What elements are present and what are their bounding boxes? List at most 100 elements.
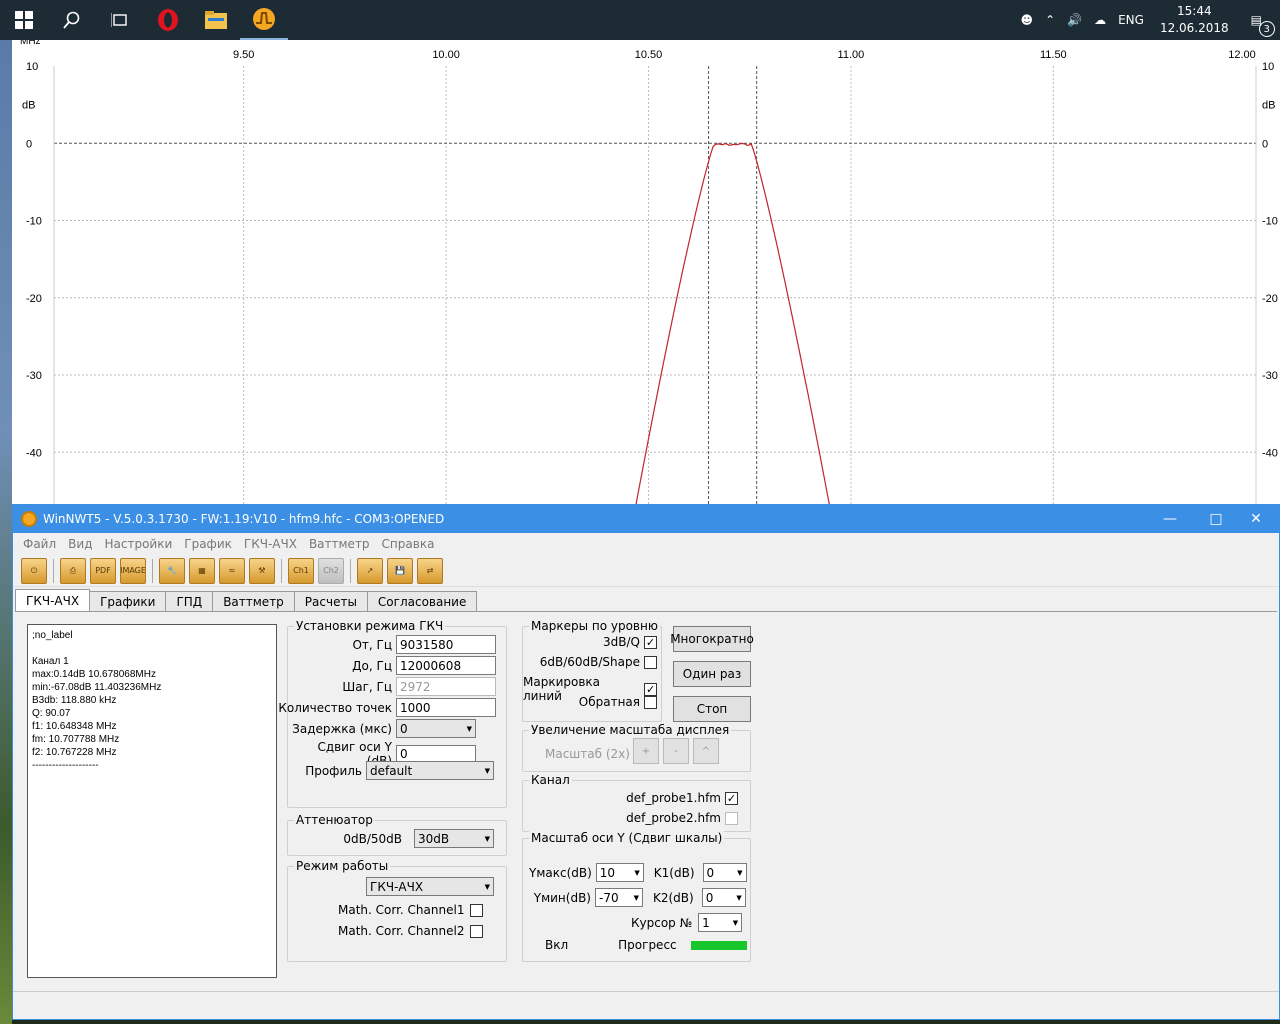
tab-calculations[interactable]: Расчеты — [293, 591, 368, 611]
menu-settings[interactable]: Настройки — [98, 537, 178, 551]
mode-group: Режим работы ГКЧ-АЧХ ▼ Math. Corr. Channe… — [287, 859, 507, 962]
single-sweep-button[interactable]: Один раз — [673, 661, 751, 687]
menu-help[interactable]: Справка — [376, 537, 441, 551]
mode-title: Режим работы — [294, 859, 391, 873]
network-icon[interactable]: ☁ — [1094, 13, 1106, 27]
winnwt-taskbar-button[interactable] — [240, 0, 288, 40]
attenuator-title: Аттенюатор — [294, 813, 375, 827]
zoom-out-button[interactable]: - — [663, 738, 689, 764]
k2-value: 0 — [705, 890, 714, 905]
notification-center-button[interactable]: ▤ 3 — [1245, 13, 1275, 37]
clock[interactable]: 15:44 12.06.2018 — [1160, 3, 1229, 37]
multi-sweep-button[interactable]: Многократно — [670, 626, 754, 652]
menu-wattmeter[interactable]: Ваттметр — [303, 537, 376, 551]
mode-select[interactable]: ГКЧ-АЧХ ▼ — [366, 877, 494, 896]
maximize-icon: □ — [1209, 511, 1223, 527]
y-tick-label-left: -40 — [26, 447, 42, 459]
opera-taskbar-button[interactable] — [144, 0, 192, 40]
print-button[interactable]: ⎙ — [60, 557, 86, 584]
pdf-button[interactable]: PDF — [90, 557, 116, 584]
ymin-select[interactable]: -70 ▼ — [595, 888, 643, 907]
clock-date: 12.06.2018 — [1159, 21, 1229, 35]
y-tick-label-right: -10 — [1262, 216, 1278, 228]
task-view-button[interactable] — [96, 0, 144, 40]
level-markers-title: Маркеры по уровню — [529, 619, 660, 633]
measurement-info-text[interactable]: ;no_label Канал 1 max:0.14dB 10.678068MH… — [27, 624, 277, 978]
chevron-down-icon: ▼ — [633, 893, 639, 902]
ymin-value: -70 — [599, 890, 619, 905]
tab-matching[interactable]: Согласование — [366, 591, 478, 611]
volume-icon[interactable]: 🔊 — [1067, 13, 1082, 27]
inverse-checkbox[interactable] — [644, 695, 657, 709]
status-bar — [13, 991, 1279, 1019]
zoom-in-button[interactable]: + — [633, 738, 659, 764]
response-trace — [635, 142, 830, 504]
level-markers-group: Маркеры по уровню 3dB/Q ✓ 6dB/60dB/Shape … — [522, 619, 662, 722]
tools-button[interactable]: 🔧 — [159, 557, 185, 584]
y-tick-label-right: 10 — [1262, 61, 1274, 73]
minimize-button[interactable]: — — [1147, 505, 1193, 533]
power-button[interactable]: ⏻ — [21, 557, 47, 584]
task-view-icon — [111, 13, 127, 27]
k2-select[interactable]: 0 ▼ — [701, 888, 746, 907]
exchange-button[interactable]: ⇄ — [417, 557, 443, 584]
attenuator-select[interactable]: 30dB ▼ — [414, 829, 494, 848]
k1-select[interactable]: 0 ▼ — [702, 863, 747, 882]
tab-wattmeter[interactable]: Ваттметр — [212, 591, 295, 611]
corr2-checkbox[interactable] — [470, 924, 484, 938]
zoom-title: Увеличение масштаба дисплея — [529, 723, 732, 737]
title-bar[interactable]: WinNWT5 - V.5.0.3.1730 - FW:1.19:V10 - h… — [13, 505, 1279, 533]
tab-graphs[interactable]: Графики — [89, 591, 167, 611]
cursor-value: 1 — [702, 915, 710, 930]
language-indicator[interactable]: ENG — [1118, 13, 1144, 27]
pdf-icon: PDF — [95, 566, 111, 575]
y-tick-label-right: -30 — [1262, 370, 1278, 382]
points-input[interactable]: 1000 — [396, 698, 496, 717]
calibrate-button[interactable]: ⚒ — [249, 557, 275, 584]
menu-graph[interactable]: График — [178, 537, 238, 551]
sweep-settings-group: Установки режима ГКЧ От, Гц 9031580 До, … — [278, 619, 507, 808]
corr1-checkbox[interactable] — [470, 903, 484, 917]
delay-select[interactable]: 0 ▼ — [396, 719, 476, 738]
from-input[interactable]: 9031580 — [396, 635, 496, 654]
line-marking-checkbox[interactable]: ✓ — [644, 682, 657, 696]
x-tick-label: 10.00 — [432, 49, 460, 61]
app-icon — [21, 511, 37, 527]
explorer-taskbar-button[interactable] — [192, 0, 240, 40]
probe1-checkbox[interactable]: ✓ — [725, 791, 738, 805]
profile-select[interactable]: default ▼ — [366, 761, 494, 780]
close-icon: ✕ — [1250, 511, 1262, 527]
wrench-icon: 🔧 — [167, 566, 177, 575]
open-button[interactable]: ↗ — [357, 557, 383, 584]
tab-vfo[interactable]: ГПД — [165, 591, 214, 611]
to-input[interactable]: 12000608 — [396, 656, 496, 675]
menu-view[interactable]: Вид — [62, 537, 98, 551]
opera-icon — [158, 9, 178, 31]
zoom-reset-button[interactable]: ^ — [693, 738, 719, 764]
channel1-button[interactable]: Ch1 — [288, 557, 314, 584]
power-icon: ⏻ — [30, 565, 38, 575]
search-button[interactable] — [48, 0, 96, 40]
clock-time: 15:44 — [1177, 4, 1212, 18]
channel2-button[interactable]: Ch2 — [318, 557, 344, 584]
marker-6db-checkbox[interactable] — [644, 655, 657, 669]
people-icon[interactable]: ☻ — [1021, 13, 1034, 27]
sweep-settings-title: Установки режима ГКЧ — [294, 619, 446, 633]
cursor-select[interactable]: 1 ▼ — [698, 913, 743, 932]
curve-button[interactable]: ≈ — [219, 557, 245, 584]
image-button[interactable]: IMAGE — [120, 557, 146, 584]
tab-sweep[interactable]: ГКЧ-АЧХ — [15, 589, 91, 611]
start-button[interactable] — [0, 0, 48, 40]
frequency-response-plot[interactable]: 9.50 10.00 10.50 11.00 11.50 12.00 MHz 10 10 0 0 -1… — [12, 40, 1280, 504]
menu-bar: Файл Вид Настройки График ГКЧ-АЧХ Ваттме… — [13, 533, 1279, 555]
menu-file[interactable]: Файл — [17, 537, 62, 551]
delay-label: Задержка (мкс) — [292, 721, 392, 736]
ymax-select[interactable]: 10 ▼ — [595, 863, 644, 882]
close-button[interactable]: ✕ — [1233, 505, 1279, 533]
marker-3db-checkbox[interactable]: ✓ — [644, 635, 657, 649]
chevron-up-icon[interactable]: ⌃ — [1045, 13, 1055, 27]
stop-button[interactable]: Стоп — [673, 696, 751, 722]
grid-button[interactable]: ▦ — [189, 557, 215, 584]
save-button[interactable]: 💾 — [387, 557, 413, 584]
menu-sweep[interactable]: ГКЧ-АЧХ — [238, 537, 303, 551]
